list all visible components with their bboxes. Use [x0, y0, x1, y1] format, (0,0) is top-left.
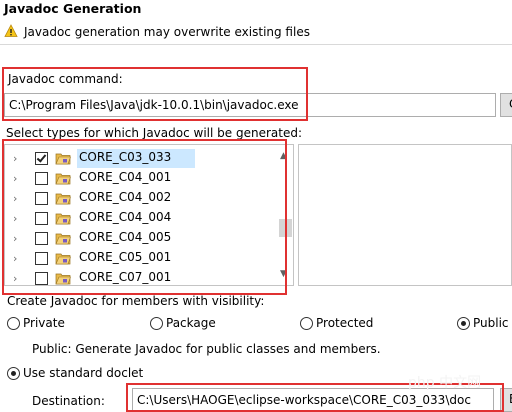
- radio-package-label: Package: [166, 316, 216, 330]
- type-checkbox[interactable]: [35, 272, 48, 285]
- type-name: CORE_C05_001: [79, 250, 172, 264]
- expand-arrow-icon[interactable]: ›: [13, 272, 17, 285]
- package-folder-icon: [55, 251, 71, 265]
- package-folder-icon: [55, 231, 71, 245]
- expand-arrow-icon[interactable]: ›: [13, 192, 17, 205]
- type-name: CORE_C04_005: [79, 230, 172, 244]
- radio-package-button[interactable]: [150, 317, 163, 330]
- radio-protected-button[interactable]: [300, 317, 313, 330]
- types-label: Select types for which Javadoc will be g…: [6, 126, 302, 140]
- visibility-description: Public: Generate Javadoc for public clas…: [32, 342, 381, 356]
- package-folder-icon: [55, 211, 71, 225]
- tree-item[interactable]: › CORE_C04_002: [5, 189, 267, 209]
- javadoc-command-label: Javadoc command:: [8, 72, 123, 86]
- watermark-logo: php 中文网: [408, 375, 482, 391]
- scrollbar-thumb[interactable]: [279, 219, 292, 237]
- package-folder-icon: [55, 191, 71, 205]
- package-folder-icon: [55, 171, 71, 185]
- destination-label: Destination:: [32, 394, 105, 408]
- warning-icon: [4, 24, 18, 38]
- members-list[interactable]: [298, 144, 512, 286]
- header-divider: [0, 44, 512, 45]
- tree-item[interactable]: › CORE_C04_005: [5, 229, 267, 249]
- type-name: CORE_C04_002: [79, 190, 172, 204]
- package-folder-icon: [55, 151, 71, 165]
- type-checkbox[interactable]: [35, 192, 48, 205]
- type-checkbox[interactable]: [35, 172, 48, 185]
- warning-message: Javadoc generation may overwrite existin…: [24, 25, 310, 39]
- scroll-down-icon[interactable]: ▼: [280, 269, 287, 279]
- types-tree[interactable]: › CORE_C03_033 › CORE_C04_001 › CORE_C04_002 ›…: [4, 144, 294, 286]
- tree-item[interactable]: › CORE_C04_001: [5, 169, 267, 189]
- dialog-title: Javadoc Generation: [4, 1, 142, 16]
- type-checkbox[interactable]: [35, 232, 48, 245]
- browse-button[interactable]: B: [500, 388, 512, 412]
- type-name: CORE_C04_004: [79, 210, 172, 224]
- expand-arrow-icon[interactable]: ›: [13, 232, 17, 245]
- radio-private-label: Private: [23, 316, 65, 330]
- scroll-up-icon[interactable]: ▲: [280, 151, 287, 161]
- expand-arrow-icon[interactable]: ›: [13, 172, 17, 185]
- radio-public-label: Public: [473, 316, 509, 330]
- type-name: CORE_C07_001: [79, 270, 172, 284]
- tree-item[interactable]: › CORE_C05_001: [5, 249, 267, 269]
- radio-standard-doclet-button[interactable]: [7, 367, 20, 380]
- type-checkbox[interactable]: [35, 252, 48, 265]
- expand-arrow-icon[interactable]: ›: [13, 152, 17, 165]
- type-name: CORE_C04_001: [79, 170, 172, 184]
- radio-private-button[interactable]: [7, 317, 20, 330]
- expand-arrow-icon[interactable]: ›: [13, 252, 17, 265]
- configure-button[interactable]: C: [500, 93, 512, 117]
- type-checkbox[interactable]: [35, 152, 48, 165]
- standard-doclet-label: Use standard doclet: [23, 366, 144, 380]
- type-name: CORE_C03_033: [79, 150, 172, 164]
- tree-item[interactable]: › CORE_C07_001: [5, 269, 267, 285]
- radio-public-button[interactable]: [457, 317, 470, 330]
- radio-protected-label: Protected: [316, 316, 374, 330]
- type-checkbox[interactable]: [35, 212, 48, 225]
- tree-item[interactable]: › CORE_C04_004: [5, 209, 267, 229]
- javadoc-command-field[interactable]: C:\Program Files\Java\jdk-10.0.1\bin\jav…: [4, 93, 496, 117]
- visibility-label: Create Javadoc for members with visibili…: [7, 294, 265, 308]
- expand-arrow-icon[interactable]: ›: [13, 212, 17, 225]
- package-folder-icon: [55, 271, 71, 285]
- tree-item[interactable]: › CORE_C03_033: [5, 149, 267, 169]
